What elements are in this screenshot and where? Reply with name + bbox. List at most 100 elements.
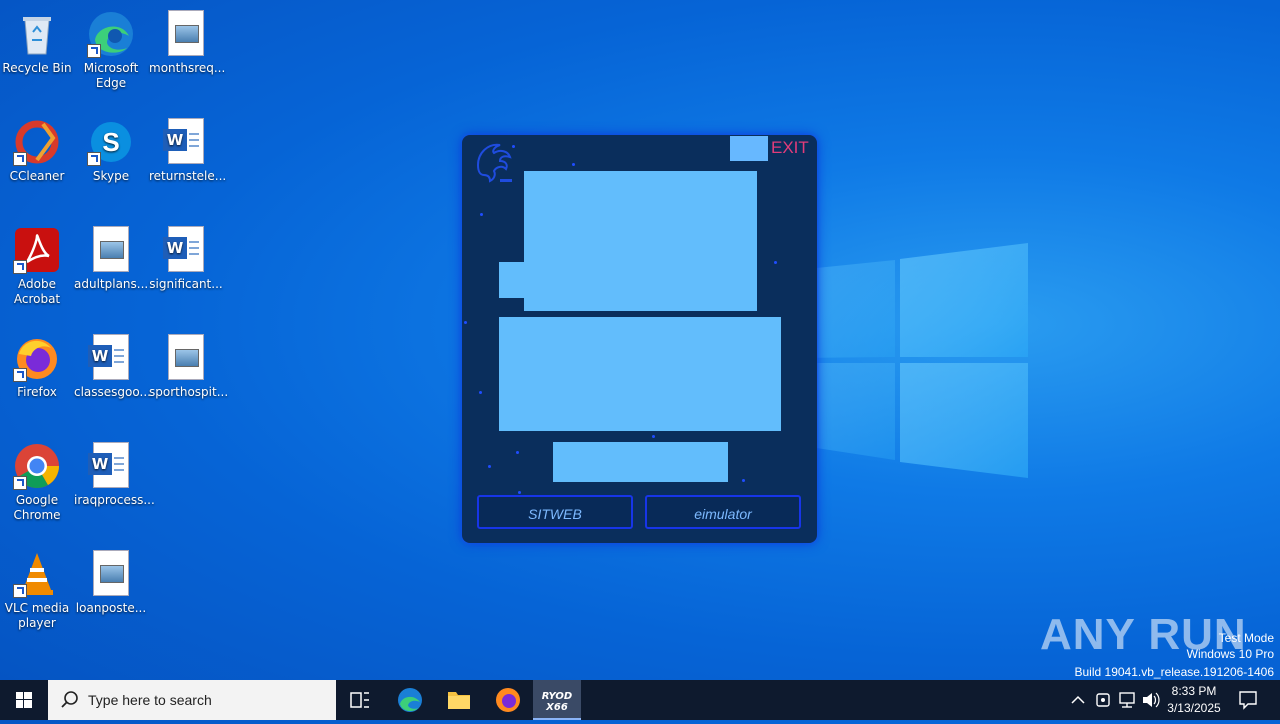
tray-app-icon[interactable] [1092, 680, 1114, 720]
edge-icon [398, 688, 422, 712]
action-center-button[interactable] [1234, 680, 1262, 720]
taskbar: Type here to search RYOD X66 8:33 PM 3/1… [0, 680, 1280, 720]
desktop-icon-iraqprocess[interactable]: W iraqprocess... [74, 436, 155, 508]
desktop-icon-sporthospit[interactable]: sporthospit... [149, 328, 228, 400]
desktop-icon-skype[interactable]: S Skype [74, 112, 148, 184]
decor-dot [516, 451, 519, 454]
shortcut-arrow-icon [87, 44, 101, 58]
ccleaner-icon [13, 118, 61, 166]
desktop-icon-label: classesgoo... [74, 385, 151, 399]
task-view-button[interactable] [336, 680, 384, 720]
desktop-icon-adultplans[interactable]: adultplans... [74, 220, 148, 292]
desktop-icon-label: adultplans... [74, 277, 149, 291]
taskbar-search-box[interactable]: Type here to search [48, 680, 336, 720]
recycle-bin-icon [13, 10, 61, 58]
taskbar-firefox[interactable] [484, 680, 532, 720]
shortcut-arrow-icon [13, 260, 27, 274]
clock[interactable]: 8:33 PM 3/13/2025 [1164, 680, 1224, 720]
firefox-icon [13, 334, 61, 382]
image-file-icon [162, 10, 210, 58]
desktop-icon-monthsreq[interactable]: monthsreq... [149, 4, 225, 76]
firefox-icon [496, 688, 520, 712]
desktop-icon-label: Adobe Acrobat [13, 277, 61, 306]
desktop-icon-recycle-bin[interactable]: Recycle Bin [0, 4, 74, 76]
windows-start-icon [16, 692, 32, 708]
svg-text:RYOD: RYOD [542, 691, 572, 702]
taskbar-active-app[interactable]: RYOD X66 [533, 680, 581, 720]
desktop-icon-adobe-acrobat[interactable]: Adobe Acrobat [0, 220, 74, 307]
desktop-icon-google-chrome[interactable]: Google Chrome [0, 436, 74, 523]
desktop-icon-ccleaner[interactable]: CCleaner [0, 112, 74, 184]
image-file-icon [87, 226, 135, 274]
clock-date: 3/13/2025 [1167, 701, 1221, 715]
word-doc-icon: W [162, 226, 210, 274]
search-placeholder: Type here to search [88, 692, 212, 708]
folder-icon [448, 692, 470, 709]
decor-dot [479, 391, 482, 394]
show-hidden-icons-button[interactable] [1068, 680, 1088, 720]
shortcut-arrow-icon [13, 584, 27, 598]
desktop-icon-label: loanposte... [75, 601, 147, 615]
desktop-icon-vlc[interactable]: VLC media player [0, 544, 74, 631]
network-button[interactable] [1116, 680, 1138, 720]
search-icon [61, 691, 78, 708]
shortcut-arrow-icon [13, 476, 27, 490]
word-doc-icon: W [162, 118, 210, 166]
decor-dot [464, 321, 467, 324]
start-button[interactable] [0, 680, 48, 720]
shortcut-arrow-icon [13, 152, 27, 166]
desktop-icon-classesgoo[interactable]: W classesgoo... [74, 328, 151, 400]
desktop-icon-label: iraqprocess... [74, 493, 155, 507]
vlc-icon [13, 550, 61, 598]
decor-dot [572, 163, 575, 166]
clock-time: 8:33 PM [1171, 684, 1217, 698]
svg-text:S: S [102, 127, 119, 157]
desktop-icon-returnstele[interactable]: W returnstele... [149, 112, 227, 184]
exit-button[interactable]: EXIT [771, 138, 809, 158]
network-icon [1119, 692, 1135, 708]
skype-icon: S [87, 118, 135, 166]
desktop-icon-label: Google Chrome [13, 493, 61, 522]
windows-logo-wallpaper [797, 243, 1028, 478]
eimulator-button[interactable]: eimulator [645, 495, 801, 529]
desktop-icon-label: Firefox [17, 385, 57, 399]
chrome-icon [13, 442, 61, 490]
acrobat-icon [13, 226, 61, 274]
word-doc-icon: W [87, 334, 135, 382]
desktop-icon-microsoft-edge[interactable]: Microsoft Edge [74, 4, 148, 91]
sitweb-button[interactable]: SITWEB [477, 495, 633, 529]
device-icon [1096, 693, 1110, 707]
windows-edition-label: Windows 10 Pro [1186, 647, 1274, 661]
desktop-icon-label: returnstele... [149, 169, 227, 183]
speaker-icon [1143, 692, 1160, 708]
test-mode-label: Test Mode [1218, 631, 1274, 645]
desktop-icon-label: significant... [149, 277, 223, 291]
chevron-up-icon [1071, 695, 1085, 704]
volume-button[interactable] [1140, 680, 1162, 720]
display-panel-tab [499, 262, 527, 298]
edge-icon [87, 10, 135, 58]
display-panel-small [553, 442, 728, 482]
desktop-icon-loanposte[interactable]: loanposte... [74, 544, 148, 616]
task-view-icon [350, 692, 369, 708]
decor-dot [480, 213, 483, 216]
desktop-icon-label: CCleaner [9, 169, 65, 183]
decor-dot [518, 491, 521, 494]
decor-dot [774, 261, 777, 264]
desktop-icon-label: Microsoft Edge [83, 61, 139, 90]
display-panel-top [524, 171, 757, 311]
desktop-icon-label: Recycle Bin [2, 61, 72, 75]
app-window: EXIT SITWEB eimulator [462, 135, 817, 543]
taskbar-file-explorer[interactable] [435, 680, 483, 720]
decor-dot [742, 479, 745, 482]
decor-dot [488, 465, 491, 468]
build-label: Build 19041.vb_release.191206-1406 [1074, 665, 1275, 679]
desktop-icon-significant[interactable]: W significant... [149, 220, 223, 292]
exit-highlight [730, 136, 768, 161]
desktop-icon-firefox[interactable]: Firefox [0, 328, 74, 400]
ryod-app-icon: RYOD X66 [542, 691, 572, 713]
taskbar-edge[interactable] [386, 680, 434, 720]
desktop-icon-label: Skype [92, 169, 130, 183]
display-panel-middle [499, 317, 781, 431]
image-file-icon [87, 550, 135, 598]
